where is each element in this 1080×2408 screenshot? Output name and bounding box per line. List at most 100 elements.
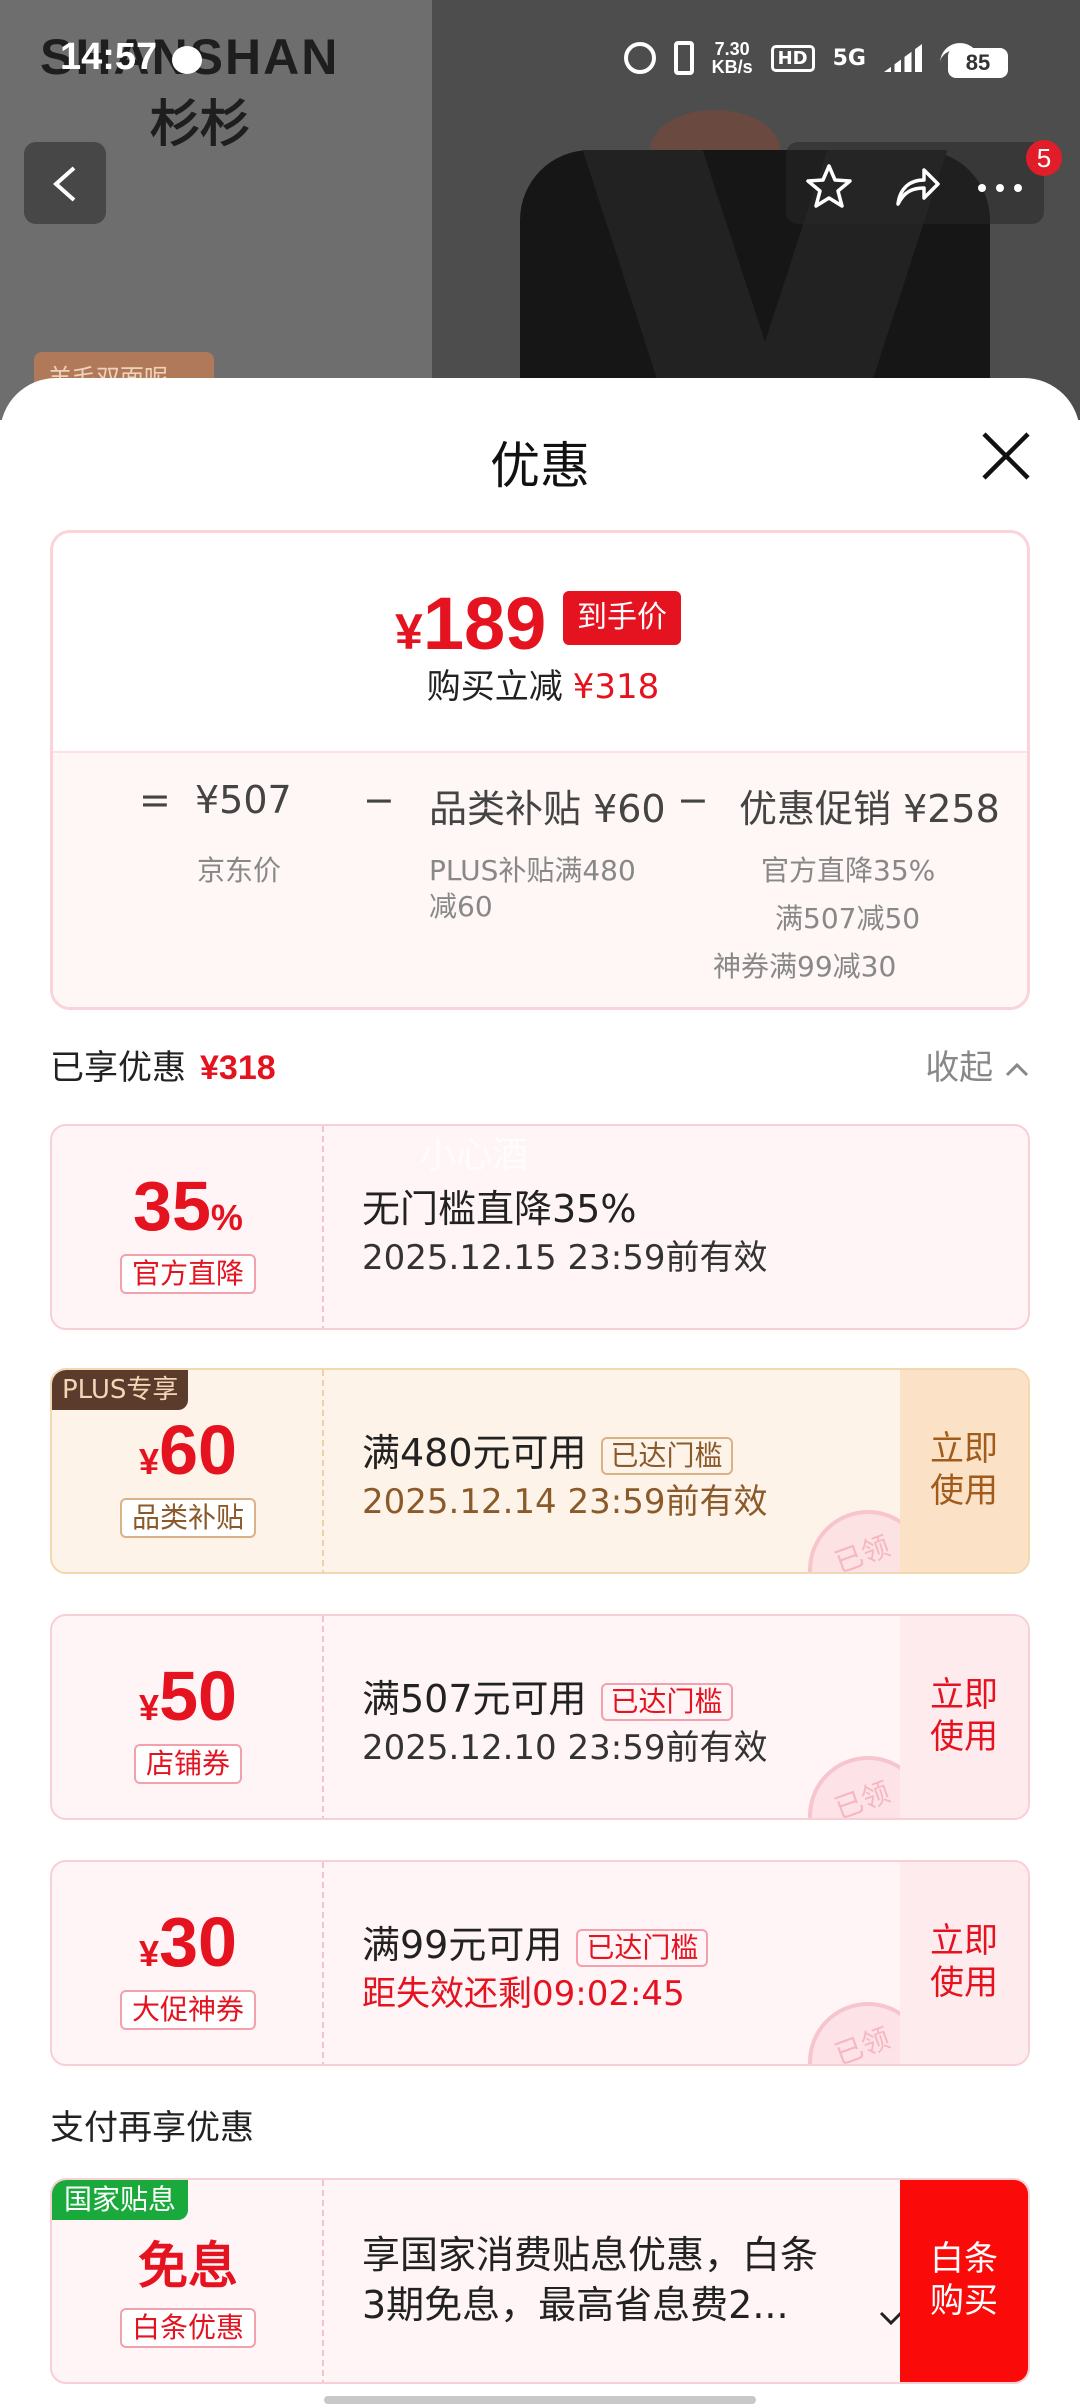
coupon-amount-value: 30 xyxy=(159,1903,237,1981)
use-now-button[interactable]: 立即 使用 xyxy=(900,1862,1028,2064)
message-icon xyxy=(172,46,202,74)
use-now-label-2: 使用 xyxy=(930,1963,998,2003)
threshold-badge: 已达门槛 xyxy=(600,1436,733,1475)
use-now-button[interactable]: 立即 使用 xyxy=(900,1616,1028,1818)
gov-subsidy-badge: 国家贴息 xyxy=(52,2180,189,2220)
save-amount: ¥318 xyxy=(572,667,660,707)
coupon-amount-value: 50 xyxy=(159,1657,237,1735)
coupon-expiry: 2025.12.14 23:59前有效 xyxy=(362,1482,768,1522)
threshold-badge: 已达门槛 xyxy=(576,1928,709,1967)
more-icon[interactable] xyxy=(972,162,1028,210)
battery-icon: 85 xyxy=(948,48,1008,78)
coupon-title: 满480元可用 已达门槛 xyxy=(362,1422,733,1477)
alarm-icon xyxy=(623,42,656,74)
star-icon[interactable] xyxy=(804,162,854,210)
promo-note-3: 神券满99减30 xyxy=(713,950,897,983)
subsidy-note-1: PLUS补贴满480 xyxy=(429,854,636,887)
use-now-label-2: 使用 xyxy=(930,1717,998,1757)
use-now-label-1: 立即 xyxy=(930,1429,998,1469)
use-now-label-1: 立即 xyxy=(930,1675,998,1715)
promo-note-2: 满507减50 xyxy=(775,902,921,935)
coupon-amount: ¥60 xyxy=(52,1410,324,1490)
final-price-value: 189 xyxy=(422,582,547,665)
pay-offer-line-1: 享国家消费贴息优惠，白条 xyxy=(362,2233,819,2277)
coupon-left: 35% 官方直降 xyxy=(52,1126,324,1328)
home-indicator[interactable] xyxy=(324,2396,756,2404)
formula-minus-1: − xyxy=(363,778,395,822)
collapse-toggle[interactable]: 收起 xyxy=(925,1040,1030,1089)
vibrate-icon xyxy=(673,41,694,75)
coupon-promo: ¥30 大促神券 满99元可用 已达门槛 距失效还剩09:02:45 已领 立即使… xyxy=(50,1860,1030,2066)
coupon-tag: 品类补贴 xyxy=(120,1498,257,1538)
coupon-title-text: 满507元可用 xyxy=(362,1677,587,1721)
jd-price-label: 京东价 xyxy=(197,854,282,887)
subsidy-note-2: 减60 xyxy=(429,890,493,923)
coupon-countdown: 距失效还剩09:02:45 xyxy=(362,1974,685,2014)
coupon-title-text: 满99元可用 xyxy=(362,1923,563,1967)
signal-icon xyxy=(884,44,922,72)
use-now-label-2: 使用 xyxy=(930,1471,998,1511)
coupon-title: 满99元可用 已达门槛 xyxy=(362,1914,709,1969)
coupon-currency: ¥ xyxy=(139,1687,160,1728)
coupon-amount: ¥50 xyxy=(52,1656,324,1736)
coupon-amount-value: 60 xyxy=(159,1411,237,1489)
pay-section-label: 支付再享优惠 xyxy=(50,2108,254,2148)
network-speed-unit: KB/s xyxy=(711,57,753,77)
coupon-currency: ¥ xyxy=(139,1933,160,1974)
save-line: 购买立减 ¥318 xyxy=(53,659,1027,708)
use-now-label-1: 立即 xyxy=(930,1921,998,1961)
baitiao-buy-button[interactable]: 白条 购买 xyxy=(900,2180,1028,2382)
coupon-expiry: 2025.12.15 23:59前有效 xyxy=(362,1238,768,1278)
final-price: ¥189 xyxy=(395,581,546,666)
share-icon[interactable] xyxy=(892,162,942,210)
discount-sheet: 优惠 ¥189 到手价 购买立减 ¥318 = ¥507 − 品类补贴 ¥60 −… xyxy=(0,378,1080,2408)
final-price-tag: 到手价 xyxy=(563,591,681,645)
coupon-left: ¥50 店铺券 xyxy=(52,1616,324,1818)
coupon-expiry: 2025.12.10 23:59前有效 xyxy=(362,1728,768,1768)
sheet-title: 优惠 xyxy=(490,437,590,495)
enjoyed-header: 已享优惠 ¥318 xyxy=(50,1040,276,1089)
coupon-amount: ¥30 xyxy=(52,1902,324,1982)
notification-badge: 5 xyxy=(1026,140,1062,176)
coupon-currency: ¥ xyxy=(139,1441,160,1482)
status-bar: 14:57 7.30 KB/s HD 5G 85 xyxy=(0,0,1080,120)
network-speed: 7.30 KB/s xyxy=(712,40,753,76)
price-summary-card: ¥189 到手价 购买立减 ¥318 = ¥507 − 品类补贴 ¥60 − 优惠… xyxy=(50,530,1030,1010)
formula-equals: = xyxy=(139,778,171,822)
close-icon[interactable] xyxy=(978,428,1034,484)
use-now-button[interactable]: 立即 使用 xyxy=(900,1370,1028,1572)
coupon-amount: 35% xyxy=(52,1166,324,1246)
formula-promo: 优惠促销 ¥258 xyxy=(739,787,1000,831)
status-time: 14:57 xyxy=(60,36,158,78)
top-actions xyxy=(786,142,1044,224)
coupon-amount-unit: % xyxy=(210,1197,243,1238)
enjoyed-label: 已享优惠 xyxy=(50,1048,186,1088)
formula-subsidy: 品类补贴 ¥60 xyxy=(429,787,666,831)
promo-note-1: 官方直降35% xyxy=(761,854,936,887)
coupon-plus-subsidy: ¥60 品类补贴 PLUS专享 满480元可用 已达门槛 2025.12.14 2… xyxy=(50,1368,1030,1574)
baitiao-label-2: 购买 xyxy=(930,2281,998,2321)
chevron-left-icon xyxy=(52,166,76,202)
formula-minus-2: − xyxy=(677,778,709,822)
chevron-up-icon xyxy=(1005,1062,1029,1077)
status-icons: 7.30 KB/s HD 5G xyxy=(623,40,980,76)
coupon-title: 无门槛直降35% xyxy=(362,1187,637,1231)
pay-offer-text[interactable]: 享国家消费贴息优惠，白条 3期免息，最高省息费2... xyxy=(362,2230,922,2330)
coupon-amount-value: 35 xyxy=(133,1167,211,1245)
back-button[interactable] xyxy=(24,142,106,224)
coupon-store: ¥50 店铺券 满507元可用 已达门槛 2025.12.10 23:59前有效 … xyxy=(50,1614,1030,1820)
network-type: 5G xyxy=(832,45,866,71)
enjoyed-amount: ¥318 xyxy=(200,1049,276,1087)
coupon-title: 满507元可用 已达门槛 xyxy=(362,1668,733,1723)
watermark-text: 小心酒 xyxy=(420,1135,529,1176)
baitiao-label-1: 白条 xyxy=(930,2239,998,2279)
coupon-tag: 官方直降 xyxy=(120,1254,257,1294)
coupon-left: ¥30 大促神券 xyxy=(52,1862,324,2064)
network-speed-value: 7.30 xyxy=(714,39,750,59)
coupon-official-discount: 35% 官方直降 无门槛直降35% 2025.12.15 23:59前有效 xyxy=(50,1124,1030,1330)
coupon-tag: 店铺券 xyxy=(134,1744,243,1784)
save-label: 购买立减 xyxy=(426,667,563,707)
hd-icon: HD xyxy=(770,44,815,72)
pay-offer-tag: 白条优惠 xyxy=(120,2308,257,2348)
formula-jd-price: ¥507 xyxy=(195,778,292,822)
